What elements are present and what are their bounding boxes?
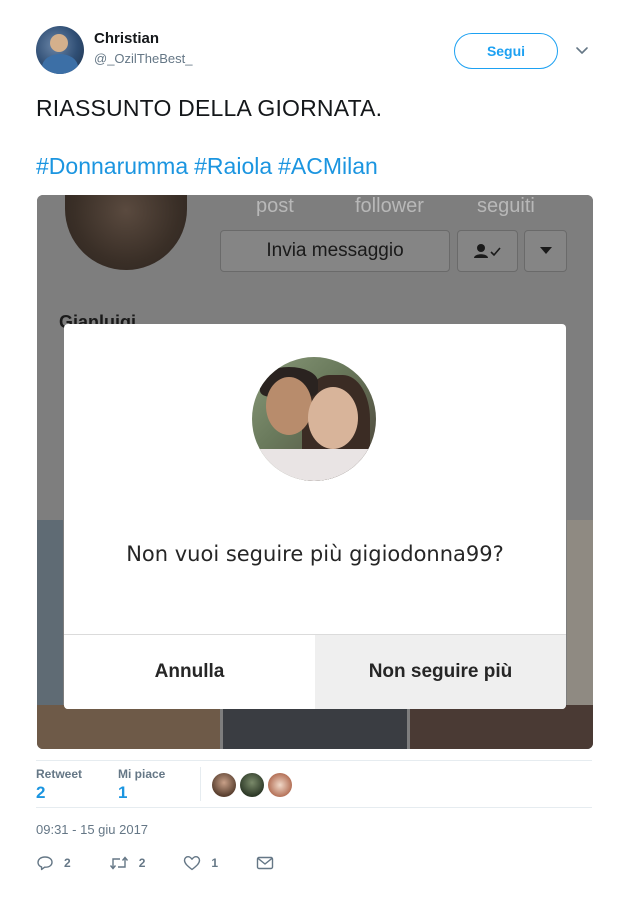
person-check-icon xyxy=(457,230,518,272)
dialog-question: Non vuoi seguire più gigiodonna99? xyxy=(126,542,504,566)
tweet-header: Christian @_OzilTheBest_ Segui xyxy=(0,0,630,90)
tweet-actions: 2 2 1 xyxy=(36,852,322,874)
hashtag-link[interactable]: #ACMilan xyxy=(278,153,378,179)
chevron-down-icon[interactable] xyxy=(574,42,590,58)
reply-count: 2 xyxy=(64,856,71,870)
retweet-count: 2 xyxy=(138,856,146,870)
instagram-post-thumbnail xyxy=(567,520,593,705)
envelope-icon xyxy=(256,856,274,870)
caret-down-icon xyxy=(524,230,567,272)
liker-avatar[interactable] xyxy=(268,773,292,797)
author-name[interactable]: Christian xyxy=(94,30,159,47)
author-avatar[interactable] xyxy=(36,26,84,74)
instagram-post-thumbnail xyxy=(409,705,593,749)
reply-button[interactable]: 2 xyxy=(36,855,71,871)
likes-stat[interactable]: Mi piace 1 xyxy=(118,767,165,803)
tweet-stats: Retweet 2 Mi piace 1 xyxy=(36,760,592,808)
unfollow-dialog: Non vuoi seguire più gigiodonna99? Annul… xyxy=(64,324,566,709)
tweet-media-image[interactable]: post follower seguiti Invia messaggio Gi… xyxy=(37,195,593,749)
retweet-stat-value: 2 xyxy=(36,783,46,802)
liker-avatar[interactable] xyxy=(212,773,236,797)
cancel-button: Annulla xyxy=(64,635,315,709)
instagram-stat-label: post xyxy=(256,195,294,217)
reply-icon xyxy=(37,856,53,871)
retweet-stat-label: Retweet xyxy=(36,767,83,781)
instagram-post-thumbnail xyxy=(37,520,63,705)
heart-icon xyxy=(184,856,201,871)
tweet-text: RIASSUNTO DELLA GIORNATA. xyxy=(36,95,383,121)
instagram-message-button: Invia messaggio xyxy=(220,230,450,272)
tweet-timestamp[interactable]: 09:31 - 15 giu 2017 xyxy=(36,822,148,837)
like-button[interactable]: 1 xyxy=(183,855,218,871)
likers-avatars xyxy=(212,773,292,797)
author-handle[interactable]: @_OzilTheBest_ xyxy=(94,51,192,66)
stats-divider xyxy=(200,767,201,801)
instagram-post-grid xyxy=(37,705,593,749)
dialog-profile-photo xyxy=(252,357,376,481)
retweet-stat[interactable]: Retweet 2 xyxy=(36,767,82,803)
likes-stat-value: 1 xyxy=(118,783,128,802)
hashtag-link[interactable]: #Raiola xyxy=(194,153,272,179)
unfollow-button: Non seguire più xyxy=(315,635,566,709)
direct-message-button[interactable] xyxy=(256,856,284,870)
likes-stat-label: Mi piace xyxy=(118,767,166,781)
follow-button[interactable]: Segui xyxy=(454,33,558,69)
hashtag-link[interactable]: #Donnarumma xyxy=(36,153,188,179)
retweet-button[interactable]: 2 xyxy=(109,855,146,871)
instagram-stat-label: seguiti xyxy=(477,195,535,217)
instagram-stat-label: follower xyxy=(355,195,424,217)
retweet-icon xyxy=(109,856,128,870)
like-count: 1 xyxy=(211,856,219,870)
tweet-hashtags: #Donnarumma #Raiola #ACMilan xyxy=(36,153,384,180)
liker-avatar[interactable] xyxy=(240,773,264,797)
instagram-post-thumbnail xyxy=(223,705,407,749)
instagram-post-thumbnail xyxy=(37,705,221,749)
